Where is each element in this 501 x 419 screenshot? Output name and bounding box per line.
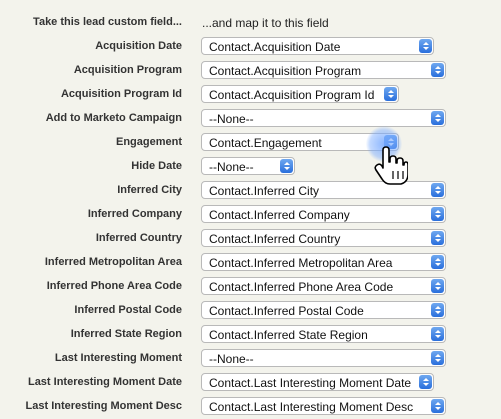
field-label: Last Interesting Moment	[54, 352, 182, 364]
mapping-select-value: Contact.Last Interesting Moment Date	[209, 376, 412, 390]
mapping-select-value: Contact.Inferred Metropolitan Area	[209, 256, 393, 270]
field-label: Hide Date	[131, 160, 182, 172]
mapping-select-value: Contact.Inferred Company	[209, 208, 350, 222]
up-down-chevron-icon	[431, 303, 444, 317]
mapping-row-inferred-state-region: Inferred State Region Contact.Inferred S…	[0, 325, 501, 345]
field-label: Last Interesting Moment Date	[27, 376, 182, 388]
up-down-chevron-icon	[431, 351, 444, 365]
mapping-select[interactable]: Contact.Inferred City	[201, 181, 446, 199]
field-label: Acquisition Date	[95, 40, 182, 52]
mapping-row-inferred-country: Inferred Country Contact.Inferred Countr…	[0, 229, 501, 249]
field-label: Last Interesting Moment Desc	[25, 400, 182, 412]
mapping-row-inferred-metropolitan-area: Inferred Metropolitan Area Contact.Infer…	[0, 253, 501, 273]
field-label: Inferred Postal Code	[74, 304, 182, 316]
mapping-select-value: Contact.Inferred Country	[209, 232, 341, 246]
mapping-select[interactable]: Contact.Inferred Country	[201, 229, 446, 247]
mapping-select[interactable]: Contact.Inferred Phone Area Code	[201, 277, 446, 295]
up-down-chevron-icon	[431, 399, 444, 413]
field-label: Inferred Company	[87, 208, 182, 220]
field-label: Acquisition Program Id	[60, 88, 182, 100]
field-label: Inferred Country	[95, 232, 182, 244]
mapping-select-value: Contact.Acquisition Date	[209, 40, 341, 54]
mapping-select[interactable]: --None--	[201, 349, 446, 367]
mapping-select-value: Contact.Acquisition Program	[209, 64, 362, 78]
mapping-row-inferred-phone-area-code: Inferred Phone Area Code Contact.Inferre…	[0, 277, 501, 297]
field-label: Inferred Phone Area Code	[46, 280, 182, 292]
mapping-select[interactable]: --None--	[201, 109, 446, 127]
mapping-select[interactable]: --None--	[201, 157, 295, 175]
mapping-select[interactable]: Contact.Inferred Metropolitan Area	[201, 253, 446, 271]
mapping-select[interactable]: Contact.Acquisition Date	[201, 37, 434, 55]
mapping-row-inferred-postal-code: Inferred Postal Code Contact.Inferred Po…	[0, 301, 501, 321]
field-label: Acquisition Program	[73, 64, 182, 76]
mapping-row-engagement: Engagement Contact.Engagement	[0, 133, 501, 153]
field-label: Engagement	[115, 136, 182, 148]
mapping-select-value: Contact.Last Interesting Moment Desc	[209, 400, 414, 414]
field-label: Add to Marketo Campaign	[45, 112, 182, 124]
field-label: Inferred City	[117, 184, 182, 196]
up-down-chevron-icon	[280, 159, 293, 173]
source-field-header: Take this lead custom field...	[33, 16, 182, 28]
up-down-chevron-icon	[431, 327, 444, 341]
mapping-row-acquisition-program-id: Acquisition Program Id Contact.Acquisiti…	[0, 85, 501, 105]
up-down-chevron-icon	[431, 111, 444, 125]
up-down-chevron-icon	[431, 279, 444, 293]
up-down-chevron-icon	[431, 183, 444, 197]
up-down-chevron-icon	[419, 39, 432, 53]
mapping-row-inferred-company: Inferred Company Contact.Inferred Compan…	[0, 205, 501, 225]
mapping-select-value: Contact.Inferred Phone Area Code	[209, 280, 394, 294]
mapping-select[interactable]: Contact.Inferred Postal Code	[201, 301, 446, 319]
mapping-row-hide-date: Hide Date --None--	[0, 157, 501, 177]
mapping-row-last-interesting-moment-date: Last Interesting Moment Date Contact.Las…	[0, 373, 501, 393]
mapping-select-value: Contact.Inferred Postal Code	[209, 304, 364, 318]
up-down-chevron-icon	[431, 255, 444, 269]
field-label: Inferred Metropolitan Area	[44, 256, 182, 268]
mapping-select[interactable]: Contact.Last Interesting Moment Desc	[201, 397, 446, 415]
up-down-chevron-icon	[431, 63, 444, 77]
mapping-header: Take this lead custom field... ...and ma…	[0, 14, 501, 34]
hand-pointer-icon	[374, 146, 408, 185]
up-down-chevron-icon	[384, 87, 397, 101]
mapping-row-acquisition-date: Acquisition Date Contact.Acquisition Dat…	[0, 37, 501, 57]
field-label: Inferred State Region	[70, 328, 182, 340]
up-down-chevron-icon	[419, 375, 432, 389]
up-down-chevron-icon	[431, 207, 444, 221]
mapping-row-acquisition-program: Acquisition Program Contact.Acquisition …	[0, 61, 501, 81]
mapping-select-value: --None--	[209, 160, 254, 174]
mapping-select-value: --None--	[209, 352, 254, 366]
mapping-select-value: Contact.Acquisition Program Id	[209, 88, 375, 102]
mapping-select[interactable]: Contact.Inferred State Region	[201, 325, 446, 343]
mapping-select-value: --None--	[209, 112, 254, 126]
mapping-select-value: Contact.Inferred State Region	[209, 328, 368, 342]
mapping-select[interactable]: Contact.Acquisition Program	[201, 61, 446, 79]
mapping-row-inferred-city: Inferred City Contact.Inferred City	[0, 181, 501, 201]
mapping-row-last-interesting-moment: Last Interesting Moment --None--	[0, 349, 501, 369]
mapping-select[interactable]: Contact.Last Interesting Moment Date	[201, 373, 434, 391]
mapping-select-value: Contact.Inferred City	[209, 184, 320, 198]
mapping-row-add-to-marketo-campaign: Add to Marketo Campaign --None--	[0, 109, 501, 129]
up-down-chevron-icon	[431, 231, 444, 245]
target-field-header: ...and map it to this field	[202, 16, 329, 30]
mapping-row-last-interesting-moment-desc: Last Interesting Moment Desc Contact.Las…	[0, 397, 501, 417]
mapping-select[interactable]: Contact.Inferred Company	[201, 205, 446, 223]
mapping-select[interactable]: Contact.Acquisition Program Id	[201, 85, 399, 103]
mapping-select-value: Contact.Engagement	[209, 136, 322, 150]
